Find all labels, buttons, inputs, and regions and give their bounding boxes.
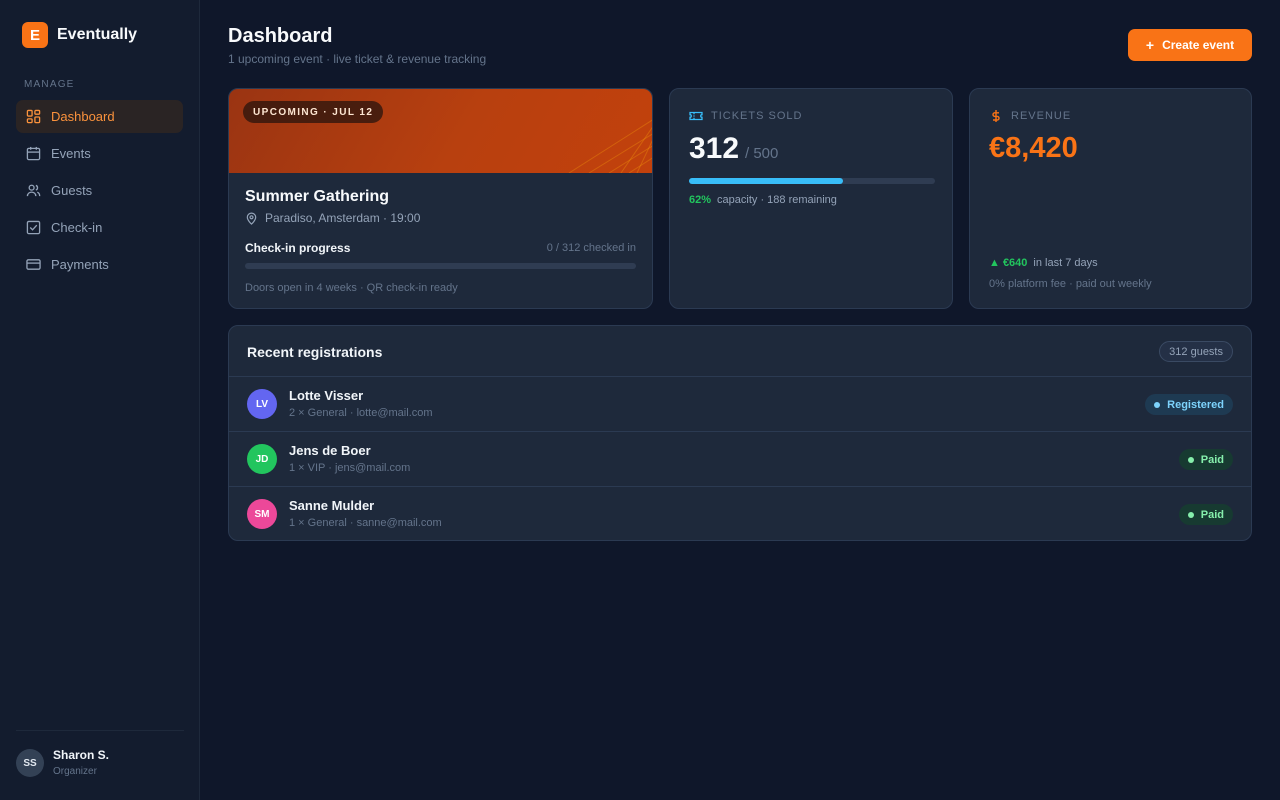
sidebar-item-label: Guests [51, 183, 93, 198]
sidebar-item-label: Events [51, 146, 91, 161]
checkin-progress-bar [245, 263, 636, 269]
event-status-badge: UPCOMING · JUL 12 [243, 101, 384, 123]
create-event-label: Create event [1162, 38, 1235, 52]
list-item[interactable]: JD Jens de Boer 1 × VIP · jens@mail.com … [229, 431, 1251, 486]
user-profile[interactable]: SS Sharon S. Organizer [16, 730, 184, 800]
status-badge: Paid [1178, 504, 1233, 525]
tickets-sold-card: TICKETS SOLD 312 / 500 62% capacity · 188… [669, 88, 953, 309]
sidebar-item-events[interactable]: Events [16, 137, 183, 170]
map-pin-icon [246, 212, 257, 225]
guest-meta: 1 × General · sanne@mail.com [289, 517, 442, 529]
tickets-remaining: capacity · 188 remaining [717, 194, 837, 206]
user-name: Sharon S. [53, 748, 110, 762]
revenue-label: REVENUE [1011, 110, 1072, 122]
revenue-delta-note: in last 7 days [1033, 257, 1098, 269]
event-card[interactable]: UPCOMING · JUL 12 Summer Gathering Parad… [228, 88, 653, 309]
event-title: Summer Gathering [245, 188, 390, 205]
calendar-icon [26, 146, 41, 161]
avatar: JD [247, 444, 277, 474]
status-label: Registered [1167, 398, 1224, 411]
dollar-icon [992, 110, 1000, 122]
revenue-header: REVENUE [989, 109, 1071, 123]
sidebar-item-label: Payments [51, 257, 109, 272]
status-dot [1187, 511, 1194, 518]
revenue-delta: ▲ €640 [989, 257, 1028, 269]
status-badge: Paid [1178, 449, 1233, 470]
event-note: Doors open in 4 weeks · QR check-in read… [245, 282, 458, 294]
status-badge: Registered [1145, 394, 1233, 415]
sidebar: E Eventually MANAGE Dashboard Events Gue… [0, 0, 200, 800]
tickets-progress-bar [689, 178, 935, 184]
tickets-capacity: 62% capacity · 188 remaining [689, 194, 837, 206]
list-item[interactable]: LV Lotte Visser 2 × General · lotte@mail… [229, 376, 1251, 431]
guest-count-badge[interactable]: 312 guests [1159, 341, 1233, 362]
guest-meta: 2 × General · lotte@mail.com [289, 407, 433, 419]
status-dot [1187, 456, 1194, 463]
sidebar-item-label: Check-in [51, 220, 103, 235]
status-label: Paid [1200, 453, 1224, 466]
checkin-count: 0 / 312 checked in [546, 242, 636, 254]
checkin-label: Check-in progress [245, 241, 351, 255]
sidebar-item-dashboard[interactable]: Dashboard [16, 100, 183, 133]
guest-name: Jens de Boer [289, 443, 371, 458]
tickets-label: TICKETS SOLD [711, 110, 803, 122]
create-event-button[interactable]: + Create event [1128, 29, 1252, 61]
plus-icon: + [1145, 37, 1155, 53]
users-icon [26, 184, 41, 197]
sidebar-item-label: Dashboard [51, 109, 115, 124]
check-square-icon [26, 220, 41, 235]
sidebar-item-check-in[interactable]: Check-in [16, 211, 183, 244]
tickets-percent: 62% [689, 194, 712, 206]
status-dot [1154, 401, 1161, 408]
status-label: Paid [1200, 508, 1224, 521]
brand[interactable]: E Eventually [22, 22, 137, 48]
user-role: Organizer [53, 766, 97, 777]
page-subtitle: 1 upcoming event · live ticket & revenue… [228, 52, 487, 66]
event-banner: UPCOMING · JUL 12 [229, 89, 652, 173]
dashboard-icon [26, 109, 41, 124]
page-title: Dashboard [228, 25, 333, 47]
brand-name: Eventually [57, 26, 138, 43]
revenue-amount: €8,420 [989, 132, 1078, 164]
ticket-icon [689, 111, 703, 121]
event-location: Paradiso, Amsterdam · 19:00 [245, 211, 420, 225]
revenue-change: ▲ €640 in last 7 days [989, 257, 1098, 269]
tickets-sold-value: 312 [689, 132, 740, 165]
avatar: LV [247, 389, 277, 419]
revenue-card: REVENUE €8,420 ▲ €640 in last 7 days 0% p… [969, 88, 1252, 309]
guest-name: Sanne Mulder [289, 498, 375, 513]
sidebar-nav: Dashboard Events Guests Check-in Payment… [16, 100, 183, 285]
brand-logo: E [22, 22, 48, 48]
tickets-total: / 500 [745, 145, 779, 162]
nav-section-label: MANAGE [24, 79, 75, 90]
credit-card-icon [26, 259, 41, 270]
revenue-note: 0% platform fee · paid out weekly [989, 278, 1152, 290]
tickets-progress-fill [689, 178, 843, 184]
guest-meta: 1 × VIP · jens@mail.com [289, 462, 411, 474]
registrations-title: Recent registrations [247, 344, 383, 360]
recent-registrations-card: Recent registrations 312 guests LV Lotte… [228, 325, 1252, 541]
list-item[interactable]: SM Sanne Mulder 1 × General · sanne@mail… [229, 486, 1251, 540]
guest-name: Lotte Visser [289, 388, 364, 403]
sidebar-item-guests[interactable]: Guests [16, 174, 183, 207]
avatar: SS [16, 749, 44, 777]
tickets-header: TICKETS SOLD [689, 109, 802, 123]
event-location-text: Paradiso, Amsterdam · 19:00 [265, 211, 421, 225]
avatar: SM [247, 499, 277, 529]
sidebar-item-payments[interactable]: Payments [16, 248, 183, 281]
